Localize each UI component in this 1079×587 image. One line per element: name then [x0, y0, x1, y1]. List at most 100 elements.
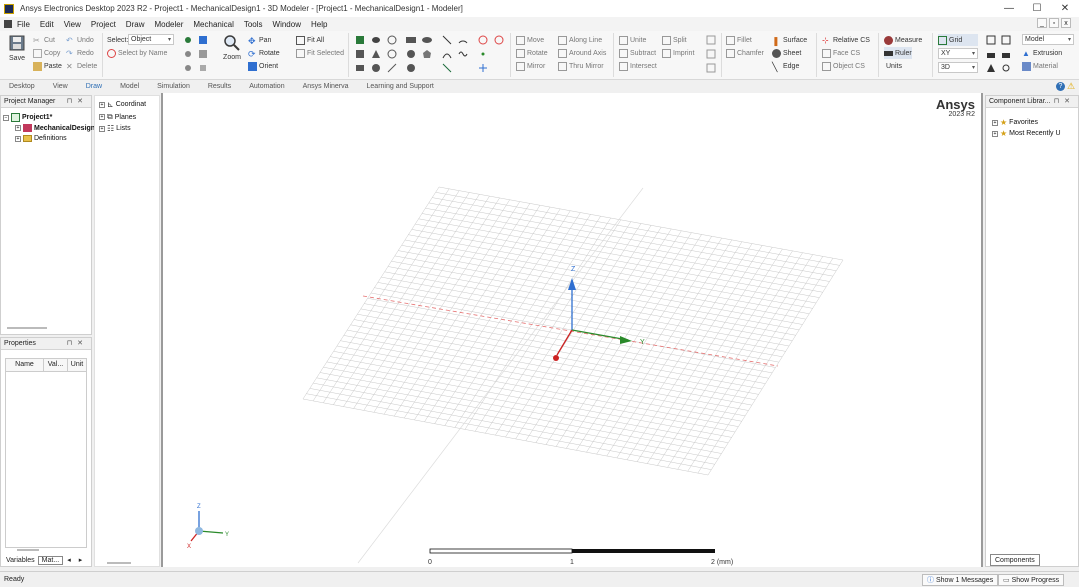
show-messages-button[interactable]: ⓘ Show 1 Messages: [922, 574, 999, 586]
tree-planes[interactable]: + ⧉ Planes: [99, 112, 136, 122]
3d-viewport[interactable]: Ansys 2023 R2 Z Y Z Y X 0 1 2 (mm): [161, 93, 983, 567]
paste-button[interactable]: Paste: [33, 60, 62, 72]
expand-icon[interactable]: +: [99, 114, 105, 120]
tab-view[interactable]: View: [44, 83, 77, 90]
segment-icon[interactable]: [478, 35, 488, 45]
polyhedron-icon[interactable]: [355, 63, 365, 73]
intersect-button[interactable]: Intersect: [619, 60, 657, 72]
tree-coordinate-systems[interactable]: + ⊾ Coordinat: [99, 100, 146, 109]
fit-all-button[interactable]: Fit All: [296, 34, 324, 46]
menu-edit[interactable]: Edit: [35, 20, 59, 29]
cut-button[interactable]: ✂ Cut: [33, 34, 55, 46]
column-value[interactable]: Val...: [44, 359, 68, 371]
snap-icon-1[interactable]: [986, 35, 996, 45]
minimize-button[interactable]: —: [995, 0, 1023, 17]
spiral-icon[interactable]: [371, 63, 381, 73]
expand-icon[interactable]: +: [99, 125, 105, 132]
region-icon[interactable]: [406, 63, 416, 73]
cylinder-icon[interactable]: [371, 35, 381, 45]
polygon-icon[interactable]: [422, 49, 432, 59]
menu-view[interactable]: View: [59, 20, 86, 29]
zoom-button[interactable]: Zoom: [221, 34, 243, 61]
tree-project[interactable]: − Project1*: [3, 113, 52, 122]
move-button[interactable]: Move: [516, 34, 544, 46]
face-cs-button[interactable]: Face CS: [822, 47, 860, 59]
tab-variables[interactable]: Variables: [3, 557, 38, 564]
circle-icon[interactable]: [406, 49, 416, 59]
view-icon-3[interactable]: [183, 49, 193, 59]
view-icon-2[interactable]: [198, 35, 208, 45]
panel-controls[interactable]: ⊓✕: [1054, 97, 1075, 105]
grid-button[interactable]: Grid: [938, 34, 978, 46]
tab-desktop[interactable]: Desktop: [0, 83, 44, 90]
column-name[interactable]: Name: [6, 359, 44, 371]
save-button[interactable]: Save: [6, 35, 28, 62]
scroll-right-icon[interactable]: ▸: [75, 556, 87, 564]
show-progress-button[interactable]: ▭ Show Progress: [998, 574, 1065, 586]
tab-ansys-minerva[interactable]: Ansys Minerva: [294, 83, 358, 90]
view-icon-6[interactable]: [198, 63, 208, 73]
dot-icon[interactable]: [478, 49, 488, 59]
rotate-object-button[interactable]: Rotate: [516, 47, 548, 59]
snap-icon-4[interactable]: [1001, 49, 1011, 59]
thicken-icon[interactable]: [706, 63, 716, 73]
equation-curve-icon[interactable]: [458, 49, 468, 59]
relative-cs-button[interactable]: ⊹ Relative CS: [822, 34, 870, 46]
view-icon-5[interactable]: [183, 63, 193, 73]
mdi-close-button[interactable]: x: [1061, 18, 1071, 28]
bondwire-icon[interactable]: [387, 63, 397, 73]
expand-icon[interactable]: +: [15, 125, 21, 131]
helix-icon[interactable]: [387, 49, 397, 59]
select-by-name-button[interactable]: Select by Name: [107, 47, 167, 59]
dimension-dropdown[interactable]: 3D: [938, 62, 978, 73]
horizontal-scrollbar[interactable]: [107, 562, 131, 564]
rotate-button[interactable]: ⟳ Rotate: [248, 47, 280, 59]
expand-icon[interactable]: +: [992, 119, 998, 126]
snap-icon-3[interactable]: [986, 49, 996, 59]
pan-button[interactable]: ✥ Pan: [248, 34, 271, 46]
arc-icon[interactable]: [458, 35, 468, 45]
menu-project[interactable]: Project: [86, 20, 121, 29]
cone-icon[interactable]: [371, 49, 381, 59]
redo-button[interactable]: ↷ Redo: [66, 47, 94, 59]
view-icon-4[interactable]: [198, 49, 208, 59]
warning-icon[interactable]: ⚠: [1067, 81, 1077, 91]
maximize-button[interactable]: ☐: [1023, 0, 1051, 17]
select-mode-dropdown[interactable]: Object: [128, 34, 174, 45]
library-favorites[interactable]: + ★ Favorites: [992, 118, 1038, 127]
menu-file[interactable]: File: [12, 20, 35, 29]
undo-button[interactable]: ↶ Undo: [66, 34, 94, 46]
connect-icon[interactable]: [706, 49, 716, 59]
along-line-button[interactable]: Along Line: [558, 34, 602, 46]
thru-mirror-button[interactable]: Thru Mirror: [558, 60, 604, 72]
menu-draw[interactable]: Draw: [121, 20, 150, 29]
copy-button[interactable]: Copy: [33, 47, 60, 59]
view-icon-1[interactable]: [183, 35, 193, 45]
plane-icon[interactable]: [478, 63, 488, 73]
fit-selected-button[interactable]: Fit Selected: [296, 47, 344, 59]
tab-results[interactable]: Results: [199, 83, 240, 90]
point-icon[interactable]: [442, 63, 452, 73]
ellipse-icon[interactable]: [422, 35, 432, 45]
measure-button[interactable]: Measure: [884, 34, 922, 46]
column-unit[interactable]: Unit: [68, 359, 86, 371]
sphere-icon[interactable]: [387, 35, 397, 45]
spline-icon[interactable]: [442, 49, 452, 59]
snap-icon-5[interactable]: [986, 63, 996, 73]
expand-icon[interactable]: +: [992, 130, 998, 137]
mirror-button[interactable]: Mirror: [516, 60, 545, 72]
tab-model[interactable]: Model: [111, 83, 148, 90]
collapse-icon[interactable]: −: [3, 114, 9, 121]
cut-plane-icon[interactable]: [494, 35, 504, 45]
library-most-recent[interactable]: + ★ Most Recently U: [992, 129, 1061, 138]
snap-icon-2[interactable]: [1001, 35, 1011, 45]
rectangle-icon[interactable]: [406, 35, 416, 45]
box-icon[interactable]: [355, 35, 365, 45]
imprint-button[interactable]: Imprint: [662, 47, 694, 59]
panel-controls[interactable]: ⊓✕: [67, 97, 88, 105]
tree-design[interactable]: + MechanicalDesign: [15, 124, 95, 132]
object-cs-button[interactable]: Object CS: [822, 60, 865, 72]
sheet-button[interactable]: Sheet: [772, 47, 801, 59]
units-button[interactable]: Units: [886, 60, 902, 72]
expand-icon[interactable]: +: [15, 135, 21, 142]
